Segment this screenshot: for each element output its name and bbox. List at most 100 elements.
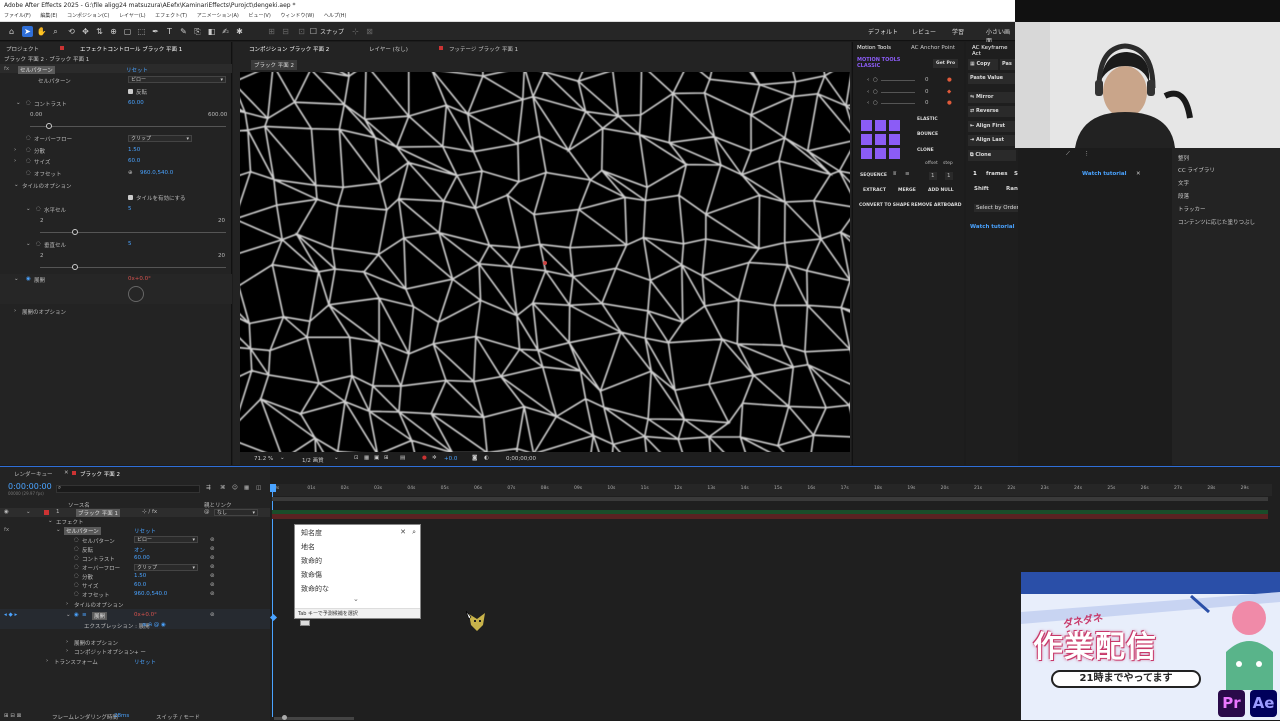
puppet-tool-icon[interactable]: ✱: [234, 26, 245, 37]
link-icon[interactable]: ⊚: [210, 537, 215, 543]
step-input[interactable]: 1: [945, 172, 953, 180]
anchor-grid-icon[interactable]: [861, 120, 901, 160]
evolution-property[interactable]: 展開: [92, 612, 108, 620]
get-pro-button[interactable]: Get Pro: [933, 59, 959, 68]
shy-icon[interactable]: ☺: [232, 485, 238, 491]
prop-value-2[interactable]: 60.00: [134, 555, 150, 561]
watch-tutorial-link[interactable]: Watch tutorial: [970, 224, 1014, 230]
mt-value-1[interactable]: 0: [925, 77, 929, 83]
eye-icon[interactable]: ◉: [4, 509, 9, 515]
time-ruler[interactable]: 0s 01s 02s 03s 04s 05s 06s 07s 08s 09s 10s 11s 12s 13…: [272, 484, 1272, 496]
search-icon[interactable]: ⌕: [412, 528, 416, 537]
roto-tool-icon[interactable]: ✍: [220, 26, 231, 37]
remove-artboard-button[interactable]: REMOVE ARTBOARD: [911, 203, 961, 208]
dolly-tool-icon[interactable]: ⇅: [94, 26, 105, 37]
tab-anchor-point[interactable]: AC Anchor Point: [911, 45, 955, 51]
tab-timeline-comp[interactable]: ブラック 平面 2: [80, 470, 120, 478]
channel-icon[interactable]: ●: [422, 455, 427, 461]
menu-view[interactable]: ビュー(V): [248, 13, 270, 19]
link-icon[interactable]: ⊚: [210, 555, 215, 561]
frames-count[interactable]: 1: [973, 171, 977, 177]
cell-pattern-dropdown[interactable]: ピロー ▾: [128, 76, 226, 83]
expand-arrow-icon[interactable]: ⌄: [48, 518, 53, 524]
sequence-icon[interactable]: ⩸: [893, 171, 896, 178]
region-icon[interactable]: ⊡: [354, 455, 359, 461]
chevron-down-icon[interactable]: ⌄: [353, 595, 359, 603]
fx-icon[interactable]: fx: [4, 527, 9, 533]
h-cells-slider[interactable]: [40, 232, 226, 233]
stopwatch-icon[interactable]: ◌: [74, 573, 79, 579]
stopwatch-icon[interactable]: ◌: [26, 170, 31, 176]
panel-align[interactable]: 整列: [1178, 154, 1189, 162]
playhead-line[interactable]: [272, 492, 273, 717]
chevron-down-icon[interactable]: ⌄: [334, 455, 339, 461]
ease-in-icon[interactable]: ‹: [867, 89, 869, 95]
view-layout-icon[interactable]: ▤: [400, 455, 405, 461]
orbit-tool-icon[interactable]: ⟲: [66, 26, 77, 37]
contrast-slider-knob[interactable]: [46, 123, 52, 129]
stopwatch-icon[interactable]: ◌: [74, 546, 79, 552]
invert-checkbox[interactable]: [128, 89, 133, 94]
stopwatch-icon[interactable]: ◌: [36, 206, 41, 212]
paste-button[interactable]: Pas: [1000, 59, 1016, 70]
reverse-button[interactable]: ⇄ Reverse: [968, 106, 1016, 117]
tile-options-group[interactable]: タイルのオプション: [74, 601, 124, 609]
snap-target-icon[interactable]: ⊠: [364, 26, 375, 37]
shift-left-button[interactable]: Shift: [974, 186, 989, 192]
ease-handle-icon[interactable]: ○: [873, 100, 878, 106]
disperse-value[interactable]: 1.50: [128, 147, 140, 153]
evolution-value[interactable]: 0x+0.0°: [134, 612, 157, 618]
camera-icon[interactable]: ◙: [472, 455, 477, 461]
timeline-search-input[interactable]: [56, 485, 200, 493]
menu-file[interactable]: ファイル(F): [4, 13, 31, 19]
mt-value-3[interactable]: 0: [925, 100, 929, 106]
brush-tool-icon[interactable]: ✎: [178, 26, 189, 37]
elastic-button[interactable]: ELASTIC: [917, 117, 938, 122]
stopwatch-icon[interactable]: ◌: [26, 100, 31, 106]
mask-tool-icon[interactable]: ▢: [122, 26, 133, 37]
snap-mode-icon[interactable]: ⊹: [350, 26, 361, 37]
menu-animation[interactable]: アニメーション(A): [197, 13, 239, 19]
expand-arrow-icon[interactable]: ⌄: [56, 527, 61, 533]
convert-to-shape-button[interactable]: CONVERT TO SHAPE: [859, 203, 910, 208]
h-cells-slider-knob[interactable]: [72, 229, 78, 235]
prop-value-6[interactable]: 960.0,540.0: [134, 591, 167, 597]
expand-arrow-icon[interactable]: ⌄: [66, 612, 71, 618]
keyframe-icon[interactable]: ◆: [947, 89, 951, 95]
transform-reset-link[interactable]: リセット: [134, 658, 156, 666]
menu-composition[interactable]: コンポジション(C): [67, 13, 109, 19]
transparency-grid-icon[interactable]: ▦: [364, 455, 369, 461]
stopwatch-icon[interactable]: ◌: [74, 537, 79, 543]
candidate-item[interactable]: 致命的: [301, 556, 322, 566]
ease-slider-3[interactable]: [881, 103, 915, 104]
expand-arrow-icon[interactable]: ⌄: [26, 241, 31, 247]
show-snapshot-icon[interactable]: ◐: [484, 455, 489, 461]
draft-3d-icon[interactable]: ⌘: [220, 485, 226, 491]
effect-reset-link[interactable]: リセット: [126, 66, 148, 74]
eraser-tool-icon[interactable]: ◧: [206, 26, 217, 37]
stopwatch-icon[interactable]: ◌: [36, 241, 41, 247]
align-first-button[interactable]: ⇤ Align First: [968, 121, 1016, 132]
candidate-item[interactable]: 致命的な: [301, 584, 329, 594]
panel-paragraph[interactable]: 段落: [1178, 192, 1189, 200]
crosshair-icon[interactable]: ⊕: [128, 170, 133, 176]
composition-viewer[interactable]: [240, 72, 850, 452]
expand-arrow-icon[interactable]: ⌄: [16, 100, 21, 106]
select-by-order-dropdown[interactable]: Select by Order: [974, 204, 1021, 212]
collapse-arrow-icon[interactable]: ›: [66, 601, 68, 607]
panel-character[interactable]: 文字: [1178, 179, 1189, 187]
expression-tools-icon[interactable]: ≡ ⍾ @ ◉: [142, 622, 166, 629]
layer-switches-icon[interactable]: ⊹ / fx: [142, 509, 157, 515]
panel-cc-libraries[interactable]: CC ライブラリ: [1178, 166, 1215, 174]
collapse-arrow-icon[interactable]: ›: [66, 648, 68, 654]
playhead-handle[interactable]: [270, 484, 276, 492]
bounce-button[interactable]: BOUNCE: [917, 132, 938, 137]
tab-footage[interactable]: フッテージ ブラック 平面 1: [449, 45, 518, 53]
menu-edit[interactable]: 編集(E): [40, 13, 57, 19]
anchor-point-icon[interactable]: [543, 261, 547, 265]
tab-effect-controls[interactable]: エフェクトコントロール ブラック 平面 1: [80, 45, 182, 53]
collapse-arrow-icon[interactable]: ›: [14, 308, 16, 314]
clone-keyframe-button[interactable]: ⧉ Clone: [968, 150, 1016, 161]
workspace-learn[interactable]: 学習: [952, 27, 964, 36]
record-icon[interactable]: ●: [947, 100, 952, 106]
